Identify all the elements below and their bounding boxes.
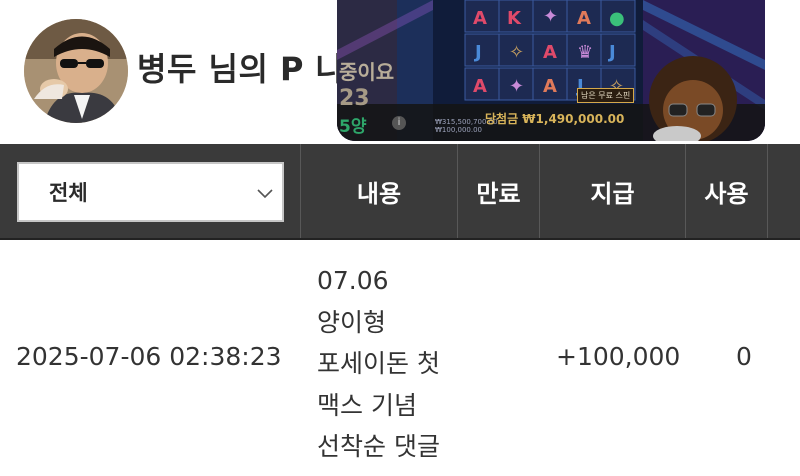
column-header-content[interactable]: 내용 — [300, 144, 457, 238]
svg-text:K: K — [507, 8, 522, 29]
row-content: 07.06 양이형 포세이돈 첫 맥스 기념 선착순 댓글 — [317, 266, 440, 461]
svg-text:●: ● — [609, 8, 625, 29]
svg-text:A: A — [577, 8, 591, 29]
svg-text:✧: ✧ — [509, 42, 524, 63]
svg-text:✦: ✦ — [509, 76, 524, 97]
video-win-amount: 당첨금 ₩1,490,000.00 — [485, 112, 625, 126]
filter-selected-value: 전체 — [49, 181, 88, 205]
video-balance-2: ₩100,000.00 — [435, 126, 483, 134]
chevron-down-icon — [257, 189, 273, 199]
row-pay: +100,000 — [556, 342, 681, 371]
video-partial-green: 5양 — [339, 117, 367, 137]
svg-text:♛: ♛ — [577, 42, 593, 63]
video-free-spin-label: 남은 무료 스핀 — [577, 88, 635, 103]
avatar[interactable] — [24, 19, 128, 123]
video-overlay[interactable]: A K ✦ A ● J ✧ A ♛ J A ✦ A J ✧ 중이요 23 5양 — [337, 0, 765, 141]
svg-text:A: A — [473, 8, 487, 29]
video-partial-number: 23 — [339, 86, 370, 111]
table-header: 전체 내용 만료 지급 사용 — [0, 144, 800, 240]
svg-text:J: J — [607, 42, 616, 63]
profile-name: 병두 님의 P 나 — [137, 50, 346, 88]
info-icon[interactable]: i — [392, 116, 406, 130]
column-header-expire[interactable]: 만료 — [457, 144, 539, 238]
row-date: 2025-07-06 02:38:23 — [16, 342, 282, 371]
column-header-overflow — [767, 144, 800, 238]
column-header-use[interactable]: 사용 — [685, 144, 767, 238]
filter-select[interactable]: 전체 — [17, 162, 284, 222]
svg-text:A: A — [543, 42, 557, 63]
column-header-pay[interactable]: 지급 — [539, 144, 685, 238]
svg-text:A: A — [543, 76, 557, 97]
row-use: 0 — [736, 342, 752, 371]
svg-text:A: A — [473, 76, 487, 97]
svg-text:J: J — [473, 42, 482, 63]
table-row: 2025-07-06 02:38:23 07.06 양이형 포세이돈 첫 맥스 … — [0, 240, 800, 476]
video-partial-text: 중이요 — [339, 60, 395, 84]
svg-text:✦: ✦ — [543, 6, 558, 27]
